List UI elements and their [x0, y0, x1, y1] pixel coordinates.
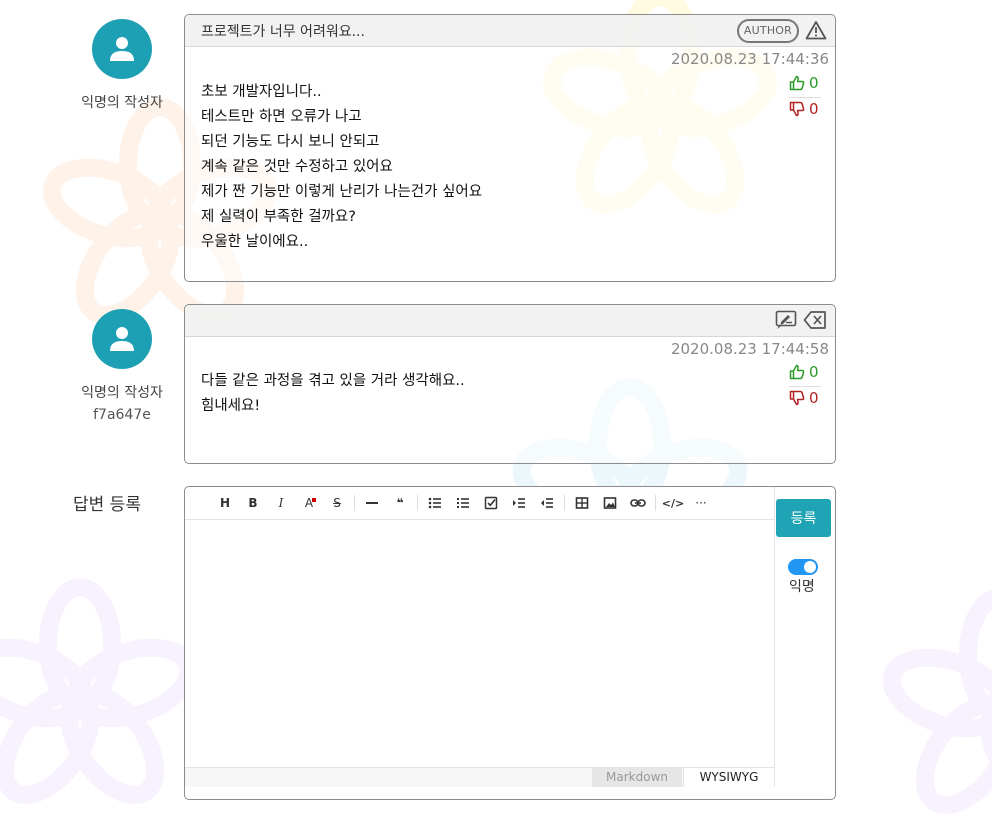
- wysiwyg-mode-tab[interactable]: WYSIWYG: [683, 768, 774, 787]
- editor-toolbar: H B I A S ❝ </> ···: [185, 487, 774, 520]
- more-button[interactable]: ···: [687, 489, 715, 517]
- post-body-line: 우울한 날이에요..: [201, 234, 309, 250]
- checkbox-icon: [484, 496, 498, 510]
- user-icon: [110, 327, 134, 351]
- author-avatar: [92, 19, 152, 79]
- author-avatar: [92, 309, 152, 369]
- editor-content-area[interactable]: [185, 521, 774, 767]
- code-icon: </>: [661, 496, 685, 510]
- post-title: 프로젝트가 너무 어려워요...: [201, 24, 365, 40]
- table-icon: [575, 497, 589, 509]
- toolbar-divider: [564, 495, 565, 511]
- post-body-line: 제가 짠 기능만 이렇게 난리가 나는건가 싶어요: [201, 184, 483, 200]
- user-icon: [110, 37, 134, 61]
- bold-icon: B: [248, 496, 258, 510]
- bullet-list-icon: [428, 497, 441, 509]
- downvote-count: 0: [809, 389, 819, 407]
- upvote-count: 0: [809, 363, 819, 381]
- author-name: 익명의 작성자: [81, 385, 163, 401]
- card-header: [185, 305, 835, 337]
- blockquote-button[interactable]: ❝: [386, 489, 414, 517]
- toolbar-divider: [417, 495, 418, 511]
- rich-text-editor: H B I A S ❝ </> ··· Markdown WYSIWYG: [185, 487, 775, 787]
- post-body-line: 되던 기능도 다시 보니 안되고: [201, 134, 380, 150]
- question-card: 프로젝트가 너무 어려워요... AUTHOR 2020.08.23 17:44…: [184, 14, 836, 282]
- post-body-line: 테스트만 하면 오류가 나고: [201, 109, 362, 125]
- toggle-knob: [804, 561, 816, 573]
- reply-editor-container: H B I A S ❝ </> ··· Markdown WYSIWYG 등록 …: [184, 486, 836, 800]
- more-icon: ···: [695, 496, 707, 510]
- anonymous-toggle-label: 익명: [789, 579, 815, 595]
- post-timestamp: 2020.08.23 17:44:36: [670, 50, 829, 68]
- bullet-list-button[interactable]: [421, 489, 449, 517]
- thumbs-down-icon: [789, 101, 805, 117]
- outdent-button[interactable]: [533, 489, 561, 517]
- anonymous-toggle[interactable]: [788, 559, 818, 575]
- indent-button[interactable]: [505, 489, 533, 517]
- report-warning-icon[interactable]: [805, 20, 827, 40]
- toolbar-divider: [354, 495, 355, 511]
- color-swatch-icon: [312, 498, 316, 502]
- numbered-list-icon: [457, 498, 469, 508]
- table-button[interactable]: [568, 489, 596, 517]
- image-icon: [603, 497, 617, 509]
- italic-button[interactable]: I: [267, 489, 295, 517]
- strikethrough-button[interactable]: S: [323, 489, 351, 517]
- reply-section-label: 답변 등록: [73, 495, 141, 515]
- downvote-count: 0: [809, 100, 819, 118]
- thumbs-down-icon: [789, 390, 805, 406]
- post-body: 다들 같은 과정을 겪고 있을 거라 생각해요.. 힘내세요!: [201, 369, 465, 419]
- task-list-button[interactable]: [477, 489, 505, 517]
- author-name: 익명의 작성자: [81, 95, 163, 111]
- downvote-button[interactable]: 0: [789, 389, 819, 407]
- heading-icon: H: [219, 496, 231, 510]
- card-header: 프로젝트가 너무 어려워요... AUTHOR: [185, 15, 835, 47]
- vote-divider: [789, 386, 821, 387]
- post-timestamp: 2020.08.23 17:44:58: [670, 340, 829, 358]
- bold-button[interactable]: B: [239, 489, 267, 517]
- image-button[interactable]: [596, 489, 624, 517]
- link-icon: [630, 499, 646, 507]
- vote-divider: [789, 97, 821, 98]
- post-body-line: 힘내세요!: [201, 398, 261, 414]
- heading-button[interactable]: H: [211, 489, 239, 517]
- answer-card: 2020.08.23 17:44:58 0 0 다들 같은 과정을 겪고 있을 …: [184, 304, 836, 464]
- post-body-line: 제 실력이 부족한 걸까요?: [201, 209, 356, 225]
- thumbs-up-icon: [789, 364, 805, 380]
- author-hash: f7a647e: [93, 407, 151, 423]
- italic-icon: I: [278, 496, 284, 510]
- delete-icon[interactable]: [803, 310, 827, 330]
- post-body-line: 계속 같은 것만 수정하고 있어요: [201, 159, 393, 175]
- author-badge: AUTHOR: [736, 19, 799, 43]
- code-button[interactable]: </>: [659, 489, 687, 517]
- editor-mode-switch: Markdown WYSIWYG: [185, 767, 774, 787]
- downvote-button[interactable]: 0: [789, 100, 819, 118]
- upvote-count: 0: [809, 74, 819, 92]
- horizontal-rule-button[interactable]: [358, 489, 386, 517]
- edit-icon[interactable]: [775, 310, 797, 330]
- link-button[interactable]: [624, 489, 652, 517]
- post-body-line: 다들 같은 과정을 겪고 있을 거라 생각해요..: [201, 373, 465, 389]
- upvote-button[interactable]: 0: [789, 74, 819, 92]
- outdent-icon: [541, 498, 553, 508]
- post-body-line: 초보 개발자입니다..: [201, 84, 322, 100]
- strikethrough-icon: S: [333, 496, 341, 510]
- text-color-button[interactable]: A: [295, 489, 323, 517]
- submit-reply-button[interactable]: 등록: [776, 499, 831, 537]
- markdown-mode-tab[interactable]: Markdown: [592, 768, 682, 787]
- thumbs-up-icon: [789, 75, 805, 91]
- upvote-button[interactable]: 0: [789, 363, 819, 381]
- numbered-list-button[interactable]: [449, 489, 477, 517]
- horizontal-rule-icon: [366, 502, 378, 504]
- blockquote-icon: ❝: [396, 496, 404, 510]
- toolbar-divider: [655, 495, 656, 511]
- indent-icon: [513, 498, 525, 508]
- post-body: 초보 개발자입니다.. 테스트만 하면 오류가 나고 되던 기능도 다시 보니 …: [201, 80, 482, 255]
